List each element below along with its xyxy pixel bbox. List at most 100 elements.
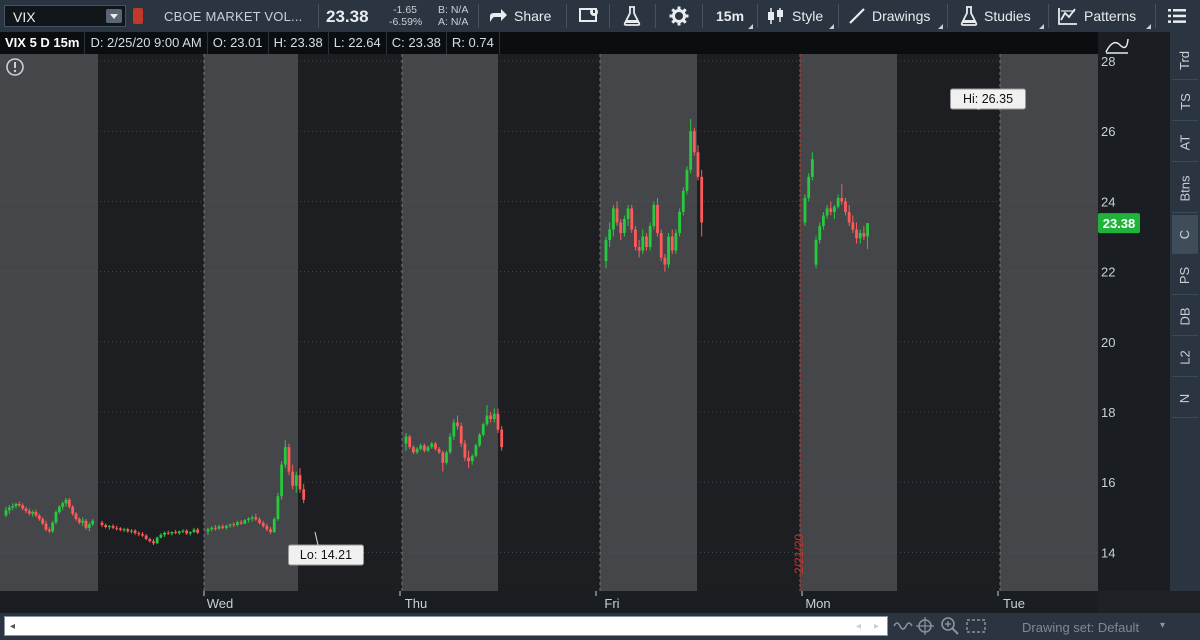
- candle-body: [434, 443, 437, 449]
- candle-body: [829, 208, 833, 212]
- candle-body: [814, 240, 818, 265]
- divider: [566, 4, 567, 28]
- drawing-set-dropdown-icon[interactable]: ▾: [1160, 620, 1165, 631]
- divider: [702, 4, 703, 28]
- candle-body: [159, 534, 163, 538]
- candle-body: [84, 520, 88, 528]
- scale-settings-icon[interactable]: [1102, 36, 1132, 56]
- y-tick-label: 20: [1101, 335, 1115, 350]
- drawings-label: Drawings: [872, 8, 931, 24]
- candle-body: [250, 517, 254, 519]
- candle-body: [104, 525, 108, 528]
- patterns-button[interactable]: Patterns: [1058, 0, 1136, 32]
- alert-flag-icon[interactable]: [133, 8, 143, 24]
- drawing-set-status[interactable]: Drawing set: Default: [1022, 620, 1139, 635]
- candle-body: [21, 505, 25, 509]
- candle-body: [170, 532, 174, 534]
- bar-open: O: 23.01: [208, 32, 269, 54]
- candlestick-chart[interactable]: 2/21/20 Hi: 26.35 Lo: 14.21: [0, 54, 1098, 591]
- tab-l2[interactable]: L2: [1172, 338, 1198, 377]
- candle-body: [611, 208, 615, 230]
- tab-label: PS: [1177, 266, 1193, 284]
- candle-body: [247, 518, 250, 521]
- candle-body: [130, 530, 133, 532]
- session-band: [0, 54, 98, 591]
- candle-body: [287, 447, 291, 472]
- candle-body: [836, 197, 840, 207]
- share-label: Share: [514, 8, 552, 24]
- drawings-button[interactable]: Drawings: [848, 0, 930, 32]
- candle-body: [692, 131, 696, 153]
- scroll-left-icon[interactable]: ◂: [856, 621, 861, 632]
- candle-body: [221, 526, 225, 528]
- candle-body: [34, 512, 38, 516]
- candle-body: [463, 443, 467, 458]
- candle-body: [619, 222, 623, 233]
- session-band: [98, 54, 204, 591]
- scroll-left-icon[interactable]: ◂: [10, 621, 15, 632]
- candle-body: [74, 513, 78, 520]
- candle-body: [626, 208, 630, 219]
- candle-body: [459, 426, 463, 444]
- candle-body: [14, 503, 18, 507]
- candle-body: [192, 529, 196, 533]
- candle-body: [858, 233, 862, 239]
- candle-body: [61, 503, 65, 507]
- chart-title: VIX 5 D 15m: [0, 32, 86, 54]
- date-marker: 2/21/20: [792, 534, 806, 574]
- candle-body: [283, 447, 287, 465]
- zoom-range-icon[interactable]: [966, 619, 986, 633]
- candle-body: [298, 475, 302, 490]
- scroll-right-icon[interactable]: ▸: [874, 621, 879, 632]
- time-axis[interactable]: Wed Thu Fri Mon Tue: [0, 591, 1098, 613]
- symbol-dropdown-icon[interactable]: [106, 9, 122, 23]
- menu-button[interactable]: [1168, 0, 1192, 32]
- crosshair-icon[interactable]: [916, 617, 934, 635]
- change-block: -1.65 -6.59%: [389, 4, 422, 28]
- candle-body: [196, 529, 200, 533]
- timeframe-menu-corner-icon: [748, 24, 753, 29]
- candle-body: [141, 534, 144, 536]
- flask-icon: [623, 6, 641, 26]
- tab-db[interactable]: DB: [1172, 297, 1198, 336]
- zoom-fit-icon[interactable]: [892, 618, 914, 634]
- flexible-grid-button[interactable]: [579, 0, 607, 32]
- studies-button[interactable]: Studies: [960, 0, 1031, 32]
- candle-body: [77, 519, 81, 523]
- session-band: [897, 54, 1000, 591]
- tab-n[interactable]: N: [1172, 379, 1198, 418]
- candle-body: [441, 452, 445, 463]
- annotation-text: Hi: 26.35: [963, 92, 1013, 106]
- tab-trd[interactable]: Trd: [1172, 41, 1198, 80]
- candle-body: [833, 206, 836, 212]
- tab-c[interactable]: C: [1172, 215, 1198, 254]
- style-button[interactable]: Style: [766, 0, 823, 32]
- tab-at[interactable]: AT: [1172, 123, 1198, 162]
- ohlc-info-bar: VIX 5 D 15m D: 2/25/20 9:00 AM O: 23.01 …: [0, 32, 1098, 54]
- candle-body: [634, 229, 637, 248]
- tab-btns[interactable]: Btns: [1172, 164, 1198, 213]
- tab-label: TS: [1177, 92, 1193, 110]
- candle-body: [254, 517, 258, 520]
- time-scrollbar[interactable]: ◂: [4, 616, 888, 636]
- tab-ps[interactable]: PS: [1172, 256, 1198, 295]
- candle-body: [144, 535, 148, 540]
- timeframe-button[interactable]: 15m: [716, 0, 744, 32]
- candle-body: [7, 507, 11, 511]
- studies-menu-corner-icon: [1039, 24, 1044, 29]
- symbol-input[interactable]: VIX: [4, 5, 126, 27]
- thinkscript-button[interactable]: [623, 0, 647, 32]
- session-band: [204, 54, 298, 591]
- candle-body: [430, 443, 434, 448]
- divider: [1155, 4, 1156, 28]
- share-button[interactable]: Share: [488, 0, 551, 32]
- tab-ts[interactable]: TS: [1172, 82, 1198, 121]
- candle-body: [437, 448, 441, 453]
- x-tick-label: Fri: [604, 596, 619, 611]
- candle-body: [302, 489, 306, 500]
- settings-button[interactable]: [669, 0, 695, 32]
- zoom-in-icon[interactable]: [940, 616, 960, 636]
- candle-body: [111, 526, 115, 528]
- tab-label: C: [1177, 229, 1193, 239]
- candle-body: [470, 455, 474, 462]
